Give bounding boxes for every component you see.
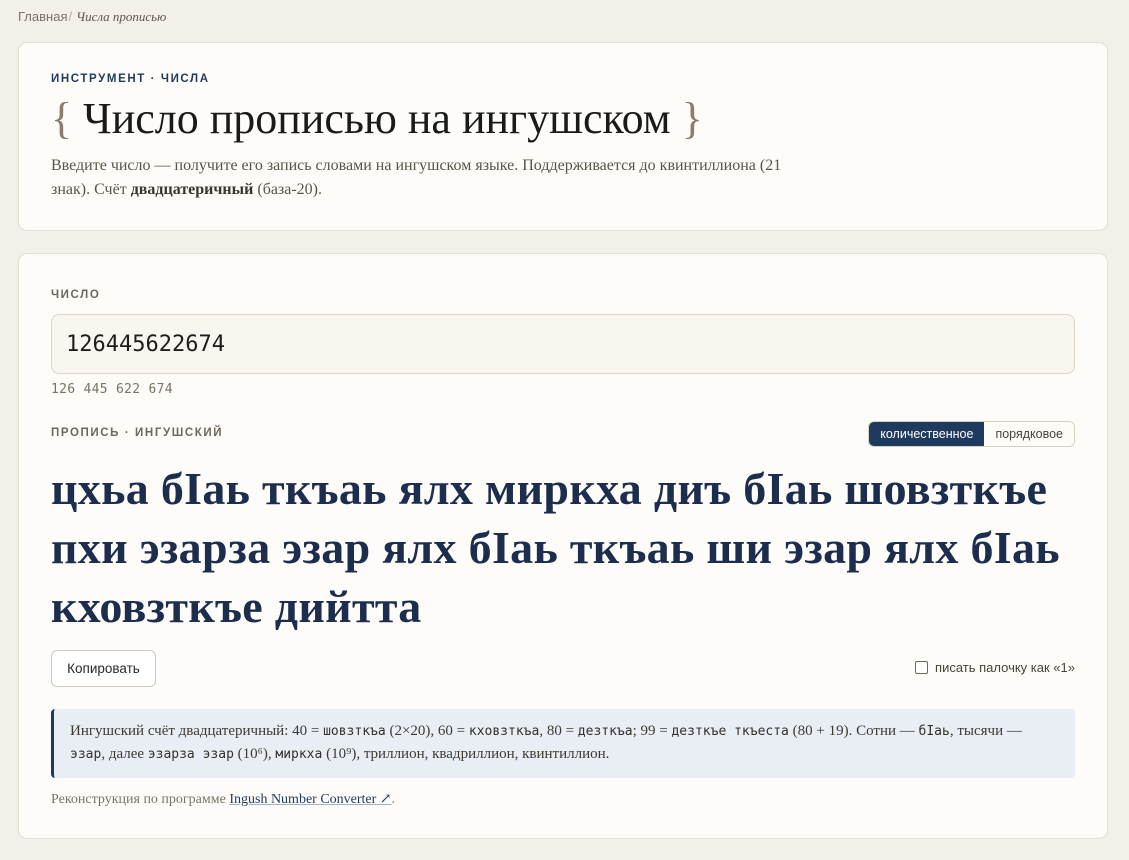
desc-text-2: (база-20). (253, 181, 323, 198)
desc-bold: двадцатеричный (130, 181, 254, 198)
spelled-number: цхьа бӀаь ткъаь ялх миркха диъ бӀаь шовз… (51, 463, 1060, 632)
stick-option[interactable]: писать палочку как «1» (915, 660, 1075, 675)
converter-card: ЧИСЛО 126 445 622 674 ПРОПИСЬ · ИНГУШСКИ… (18, 253, 1108, 839)
number-grouped: 126 445 622 674 (51, 382, 173, 397)
credit-line: Реконструкция по программе Ingush Number… (51, 791, 395, 808)
spelling-label: ПРОПИСЬ · ИНГУШСКИЙ (51, 427, 224, 439)
stick-checkbox[interactable] (915, 661, 929, 674)
title-text: Число прописью на ингушском (83, 94, 671, 143)
tool-eyebrow: ИНСТРУМЕНТ · ЧИСЛА (51, 73, 210, 85)
number-label: ЧИСЛО (51, 289, 101, 301)
credit-link[interactable]: Ingush Number Converter ↗ (229, 792, 391, 807)
number-input[interactable] (51, 314, 1075, 374)
title-brace-open: { (51, 94, 73, 143)
credit-prefix: Реконструкция по программе (51, 792, 230, 807)
stick-option-label: писать палочку как «1» (935, 660, 1075, 675)
mode-ordinal-button[interactable]: порядковое (984, 422, 1074, 446)
breadcrumb: Главная/Числа прописью (18, 9, 166, 25)
mode-toggle: количественное порядковое (868, 421, 1075, 447)
title-brace-close: } (681, 94, 703, 143)
info-note: Ингушский счёт двадцатеричный: 40 = шовз… (51, 709, 1075, 778)
copy-button[interactable]: Копировать (51, 650, 156, 687)
page-title: { Число прописью на ингушском } (51, 93, 703, 144)
breadcrumb-current: Числа прописью (76, 9, 167, 24)
credit-suffix: . (391, 792, 396, 807)
header-card: ИНСТРУМЕНТ · ЧИСЛА { Число прописью на и… (18, 42, 1108, 231)
mode-cardinal-button[interactable]: количественное (869, 422, 985, 446)
breadcrumb-separator: / (68, 9, 73, 24)
page-description: Введите число — получите его запись слов… (51, 154, 811, 202)
breadcrumb-home-link[interactable]: Главная (18, 9, 67, 24)
